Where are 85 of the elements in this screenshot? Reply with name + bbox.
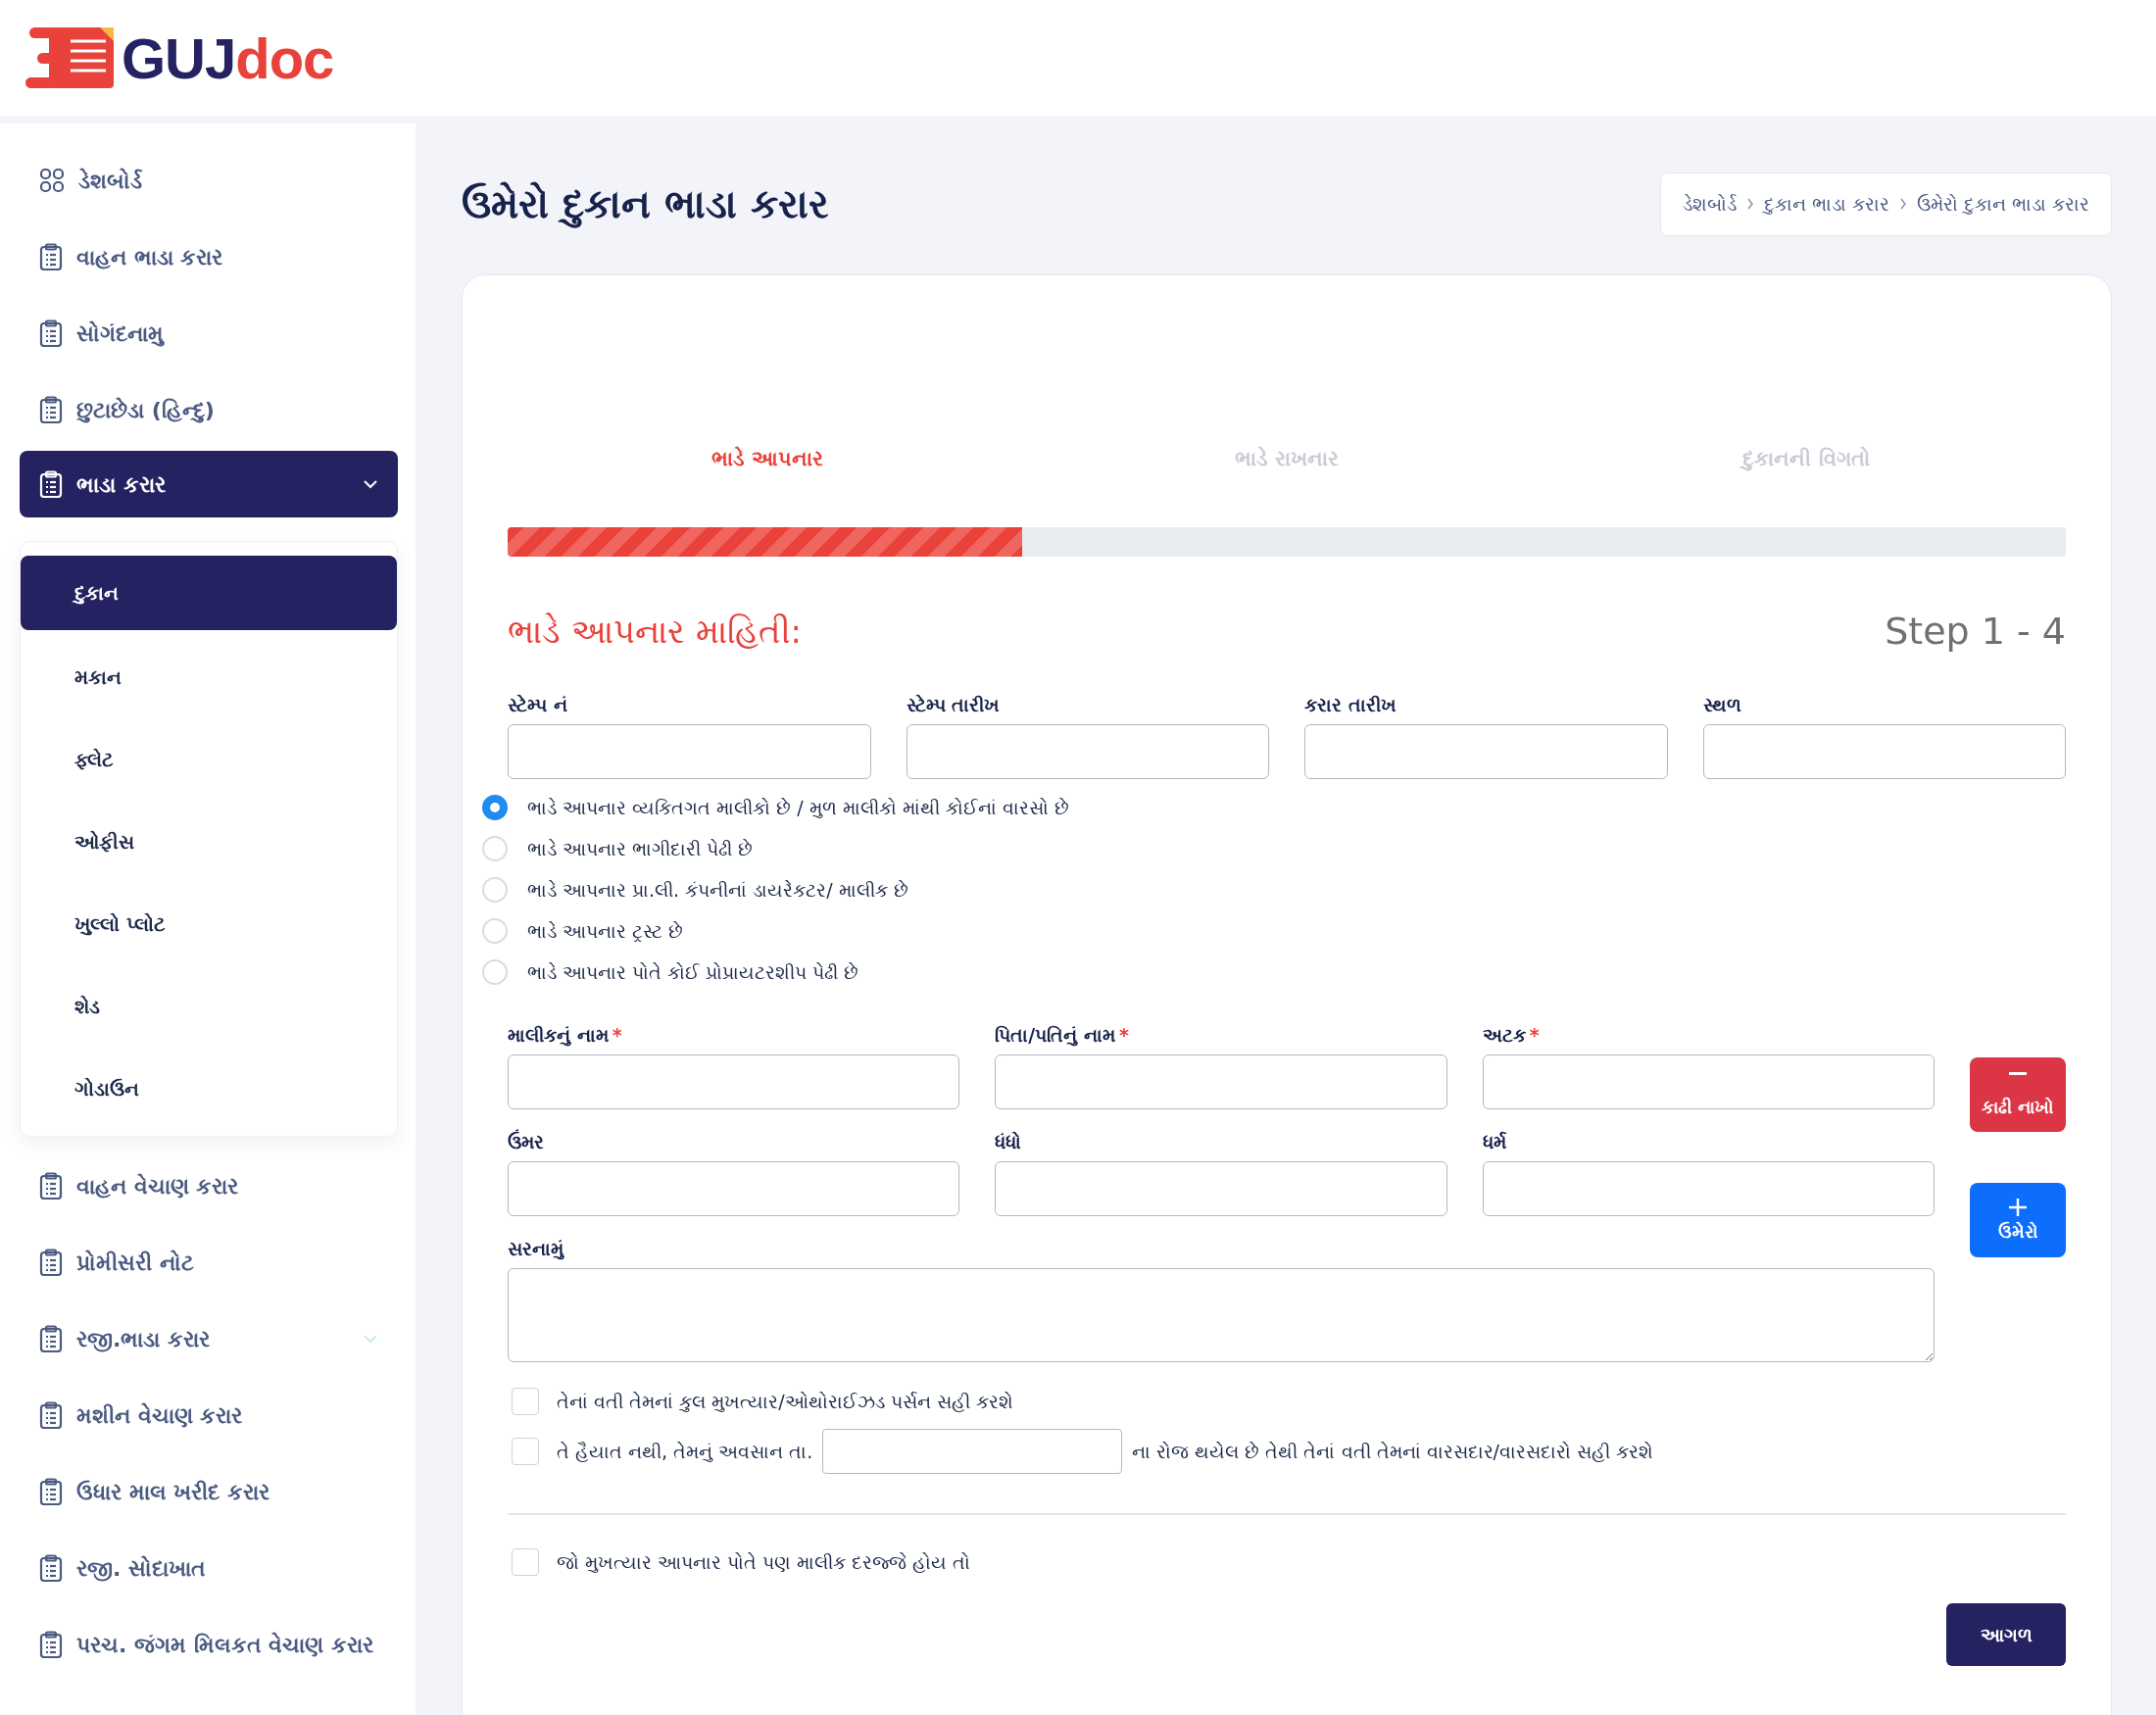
sidebar-item[interactable]: ઉધાર માલ ખરીદ કરાર xyxy=(20,1456,398,1527)
sidebar-item[interactable]: રજી. સોદાખાત xyxy=(20,1533,398,1603)
sidebar-item[interactable]: ભાડા કરાર xyxy=(20,451,398,517)
input-field[interactable] xyxy=(1304,724,1668,779)
field-label: ધર્મ xyxy=(1482,1131,1507,1153)
chevron-right-icon xyxy=(1745,198,1754,210)
input-field[interactable] xyxy=(508,1161,960,1216)
add-button[interactable]: ઉમેરો xyxy=(1970,1183,2066,1257)
clipboard-icon xyxy=(39,1478,63,1505)
breadcrumb-link[interactable]: ઉમેરો દુકાન ભાડા કરાર xyxy=(1916,192,2089,216)
sidebar-item[interactable]: પ્રોમીસરી નોટ xyxy=(20,1227,398,1298)
field-label: પિતા/પતિનું નામ * xyxy=(995,1024,1130,1047)
input-field[interactable] xyxy=(906,724,1269,779)
checkbox-label-continued: ના રોજ થયેલ છે તેથી તેનાં વતી તેમનાં વારસદાર/વારસદારો સહી કરશે xyxy=(1132,1440,1654,1463)
clipboard-icon xyxy=(39,1249,63,1276)
submenu-item[interactable]: ગોડાઉન xyxy=(21,1048,397,1130)
input-field[interactable] xyxy=(1482,1054,1935,1109)
grid-icon xyxy=(39,168,65,193)
submenu-item[interactable]: દુકાન xyxy=(21,556,397,630)
page-title: ઉમેરો દુકાન ભાડા કરાર xyxy=(462,180,829,227)
radio-label: ભાડે આપનાર ભાગીદારી પેઢી છે xyxy=(527,837,754,860)
field-label: કરાર તારીખ xyxy=(1304,694,1397,716)
remove-button[interactable]: કાઢી નાખો xyxy=(1970,1057,2066,1132)
input-field[interactable] xyxy=(508,724,871,779)
logo-text: GUJdoc xyxy=(122,24,334,91)
section-title: ભાડે આપનાર માહિતી: xyxy=(508,611,803,652)
submenu-item[interactable]: મકાન xyxy=(21,636,397,718)
breadcrumb-link[interactable]: ડેશબોર્ડ xyxy=(1682,192,1737,216)
radio-label: ભાડે આપનાર ટ્રસ્ટ છે xyxy=(527,919,684,943)
clipboard-icon xyxy=(39,470,63,498)
submenu-item[interactable]: ફ્લેટ xyxy=(21,718,397,801)
input-field[interactable] xyxy=(995,1161,1447,1216)
input-field[interactable] xyxy=(1702,724,2066,779)
required-mark: * xyxy=(612,1024,622,1046)
clipboard-icon xyxy=(39,1401,63,1429)
field-label: ઉંમર xyxy=(508,1131,545,1153)
clipboard-icon xyxy=(39,1554,63,1582)
sidebar-item[interactable]: વાહન ભાડા કરાર xyxy=(20,221,398,292)
sidebar-item[interactable]: સોગંદનામુ xyxy=(20,298,398,368)
clipboard-icon xyxy=(39,1172,63,1200)
step-counter: Step 1 - 4 xyxy=(1885,610,2066,653)
radio-button[interactable] xyxy=(482,795,508,820)
input-field[interactable] xyxy=(508,1054,960,1109)
input-field[interactable] xyxy=(1482,1161,1935,1216)
radio-label: ભાડે આપનાર વ્યકિતગત માલીકો છે / મુળ માલીકો માંથી કોઈનાં વારસો છે xyxy=(527,796,1069,819)
submenu-item[interactable]: શેડ xyxy=(21,965,397,1048)
sidebar-item[interactable]: વાહન વેચાણ કરાર xyxy=(20,1151,398,1221)
sidebar-item[interactable]: છુટાછેડા (હિન્દુ) xyxy=(20,374,398,445)
radio-label: ભાડે આપનાર પોતે કોઈ પ્રોપ્રાયટરશીપ પેઢી છે xyxy=(527,960,859,984)
radio-label: ભાડે આપનાર પ્રા.લી. કંપનીનાં ડાયરેકટર/ માલીક છે xyxy=(527,878,908,902)
checkbox-label: તેનાં વતી તેમનાં કુલ મુખત્યાર/ઓથોરાઈઝડ પર્સન સહી કરશે xyxy=(557,1390,1013,1413)
minus-icon xyxy=(2009,1071,2027,1076)
checkbox-label: જો મુખત્યાર આપનાર પોતે પણ માલીક દરજ્જે હોય તો xyxy=(557,1550,971,1574)
field-label: માલીકનું નામ * xyxy=(508,1024,623,1047)
sidebar-item[interactable]: ડેશબોર્ડ xyxy=(20,145,398,216)
address-field[interactable] xyxy=(508,1268,1935,1362)
step-tab[interactable]: ભાડે આપનાર xyxy=(710,447,824,470)
field-label: સ્ટેમ્પ તારીખ xyxy=(906,694,1002,716)
required-mark: * xyxy=(1118,1024,1129,1046)
field-label: સરનામું xyxy=(508,1238,565,1260)
plus-icon xyxy=(2008,1198,2028,1217)
sidebar-item[interactable]: પરચ. જંગમ મિલકત વેચાણ કરાર xyxy=(20,1609,398,1680)
clipboard-icon xyxy=(39,396,63,423)
required-mark: * xyxy=(1529,1024,1540,1046)
clipboard-icon xyxy=(39,319,63,347)
field-label: સ્થળ xyxy=(1702,694,1742,716)
field-label: અટક * xyxy=(1482,1024,1541,1047)
checkbox[interactable] xyxy=(512,1438,539,1465)
sidebar-item[interactable]: મશીન વેચાણ કરાર xyxy=(20,1380,398,1450)
sidebar-item[interactable]: રજી.ભાડા કરાર xyxy=(20,1303,398,1374)
checkbox[interactable] xyxy=(512,1388,539,1415)
field-label: સ્ટેમ્પ નં xyxy=(508,694,568,716)
chevron-right-icon xyxy=(1898,198,1907,210)
clipboard-icon xyxy=(39,243,63,270)
next-button[interactable]: આગળ xyxy=(1946,1603,2066,1666)
clipboard-icon xyxy=(39,1325,63,1352)
field-label: ધંધો xyxy=(995,1131,1023,1153)
checkbox-label: તે હૈયાત નથી, તેમનું અવસાન તા. xyxy=(557,1440,813,1463)
submenu-item[interactable]: ખુલ્લો પ્લોટ xyxy=(21,883,397,965)
input-field[interactable] xyxy=(995,1054,1447,1109)
clipboard-icon xyxy=(39,1631,63,1658)
breadcrumb-link[interactable]: દુકાન ભાડા કરાર xyxy=(1763,192,1889,216)
checkbox[interactable] xyxy=(512,1548,539,1576)
date-field[interactable] xyxy=(822,1429,1123,1474)
submenu-item[interactable]: ઓફીસ xyxy=(21,801,397,883)
